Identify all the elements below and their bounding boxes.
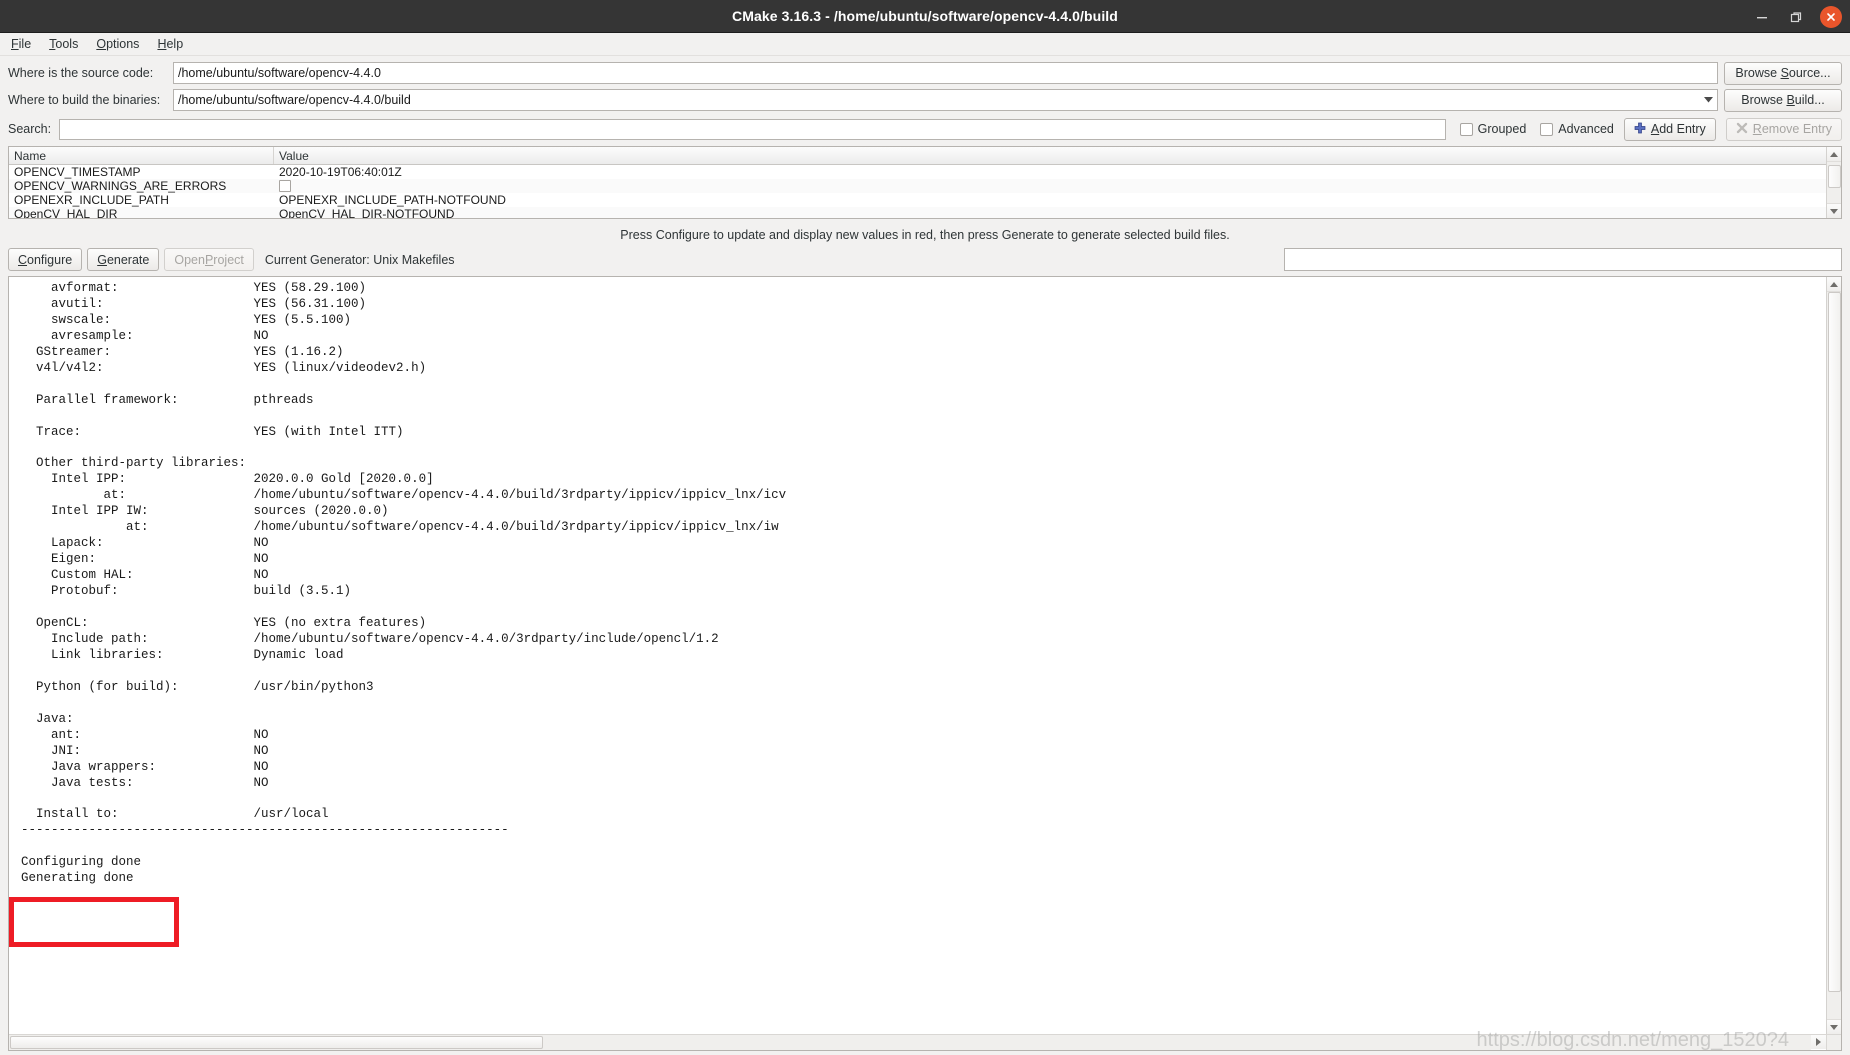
log-scroll-track[interactable] [1826,292,1841,1019]
window-bottom-strip [0,1051,1850,1055]
search-input[interactable] [59,118,1446,140]
cache-entry-value[interactable]: OPENEXR_INCLUDE_PATH-NOTFOUND [274,193,1826,207]
cache-table-header: Name Value [9,147,1826,165]
build-path-combo[interactable]: /home/ubuntu/software/opencv-4.4.0/build [173,89,1718,111]
log-vertical-scrollbar[interactable] [1826,277,1841,1034]
menu-tools[interactable]: Tools [47,35,87,53]
log-hscroll-thumb[interactable] [10,1036,543,1049]
build-path-row: Where to build the binaries: /home/ubunt… [8,88,1842,112]
menu-bar: File Tools Options Help [0,33,1850,56]
cache-entries-table[interactable]: Name Value OPENCV_TIMESTAMP 2020-10-19T0… [9,147,1826,218]
search-row: Search: Grouped Advanced Add Entry Remov… [0,115,1850,144]
column-header-name[interactable]: Name [9,147,274,164]
path-section: Where is the source code: /home/ubuntu/s… [0,56,1850,112]
configure-hint-text: Press Configure to update and display ne… [620,228,1230,242]
browse-source-button[interactable]: Browse Source... [1724,61,1842,85]
output-log-body: avformat: YES (58.29.100) avutil: YES (5… [9,277,1841,1034]
window-controls [1752,0,1842,33]
current-generator-label: Current Generator: Unix Makefiles [264,252,455,267]
remove-x-icon [1736,122,1748,136]
caret-down-icon[interactable] [1826,203,1841,218]
caret-right-icon[interactable] [1811,1034,1826,1049]
title-bar: CMake 3.16.3 - /home/ubuntu/software/ope… [0,0,1850,33]
cache-entries-panel: Name Value OPENCV_TIMESTAMP 2020-10-19T0… [8,146,1842,219]
grouped-label: Grouped [1477,122,1527,136]
close-icon[interactable] [1820,5,1842,28]
cache-entry-name: OPENEXR_INCLUDE_PATH [14,193,169,207]
generate-button[interactable]: Generate [87,248,160,271]
advanced-checkbox[interactable]: Advanced [1540,122,1614,136]
log-hscroll-track[interactable]: https://blog.csdn.net/meng_1520?4 [9,1029,1811,1050]
chevron-down-icon[interactable] [1699,90,1717,110]
remove-entry-button[interactable]: Remove Entry [1725,117,1842,141]
log-scroll-thumb[interactable] [1827,292,1841,992]
add-entry-button[interactable]: Add Entry [1623,117,1716,141]
search-label: Search: [8,122,52,136]
browse-build-button[interactable]: Browse Build... [1724,88,1842,112]
cache-entry-name: OpenCV_HAL_DIR [14,207,118,218]
cache-entry-checkbox[interactable] [279,180,291,192]
source-path-input[interactable]: /home/ubuntu/software/opencv-4.4.0 [173,62,1718,84]
minimize-icon[interactable] [1752,7,1772,27]
caret-up-icon[interactable] [1826,147,1841,162]
configure-button[interactable]: Configure [8,248,83,271]
grouped-checkbox[interactable]: Grouped [1459,122,1527,136]
menu-options[interactable]: Options [94,35,148,53]
log-horizontal-scrollbar[interactable]: https://blog.csdn.net/meng_1520?4 [9,1029,1841,1050]
caret-up-icon[interactable] [1826,277,1841,292]
maximize-icon[interactable] [1786,7,1806,27]
cache-entry-value[interactable]: OpenCV_HAL_DIR-NOTFOUND [274,207,1826,218]
menu-file[interactable]: File [9,35,40,53]
cache-scroll-track[interactable] [1826,162,1841,203]
menu-help[interactable]: Help [155,35,192,53]
source-path-label: Where is the source code: [8,66,154,80]
advanced-checkbox-box[interactable] [1540,122,1554,136]
cache-entry-name: OPENCV_TIMESTAMP [14,165,141,179]
cache-entry-value[interactable]: 2020-10-19T06:40:01Z [274,165,1826,179]
output-log-text[interactable]: avformat: YES (58.29.100) avutil: YES (5… [9,277,1826,1034]
output-log-panel: avformat: YES (58.29.100) avutil: YES (5… [8,276,1842,1051]
cache-entry-name: OPENCV_WARNINGS_ARE_ERRORS [14,179,227,193]
source-path-row: Where is the source code: /home/ubuntu/s… [8,61,1842,85]
build-path-label: Where to build the binaries: [8,93,161,107]
build-path-input[interactable]: /home/ubuntu/software/opencv-4.4.0/build [174,93,1699,107]
cache-entry-value[interactable] [274,179,1826,193]
table-row[interactable]: OPENCV_TIMESTAMP 2020-10-19T06:40:01Z [9,165,1826,179]
open-project-button[interactable]: Open Project [164,248,254,271]
cache-table-scrollbar[interactable] [1826,147,1841,218]
action-button-row: Configure Generate Open Project Current … [0,248,1850,276]
grouped-checkbox-box[interactable] [1459,122,1473,136]
progress-bar [1284,248,1842,271]
advanced-label: Advanced [1558,122,1614,136]
window-title: CMake 3.16.3 - /home/ubuntu/software/ope… [732,8,1118,24]
plus-icon [1634,122,1646,136]
cache-scroll-thumb[interactable] [1827,165,1841,188]
caret-down-icon[interactable] [1826,1019,1841,1034]
table-row[interactable]: OpenCV_HAL_DIR OpenCV_HAL_DIR-NOTFOUND [9,207,1826,218]
column-header-value[interactable]: Value [274,147,1826,164]
table-row[interactable]: OPENCV_WARNINGS_ARE_ERRORS [9,179,1826,193]
table-row[interactable]: OPENEXR_INCLUDE_PATH OPENEXR_INCLUDE_PAT… [9,193,1826,207]
scrollbar-corner [1826,1034,1841,1050]
